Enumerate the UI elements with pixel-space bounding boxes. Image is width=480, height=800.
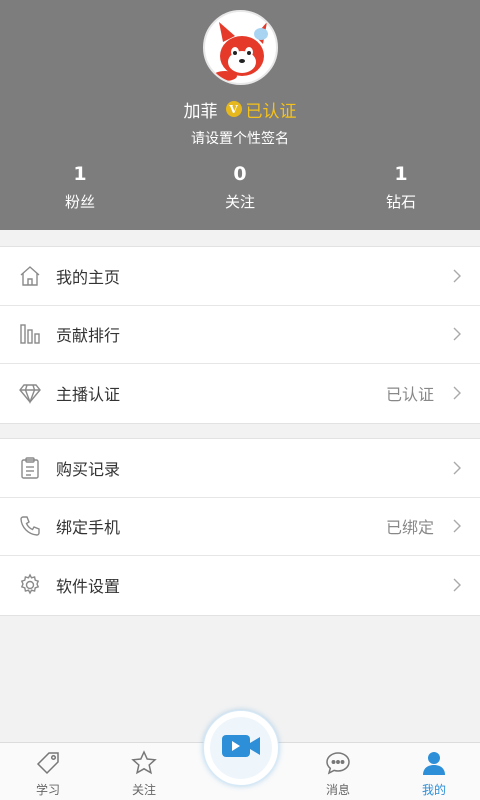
stat-followers[interactable]: 1 粉丝 bbox=[20, 163, 140, 212]
name-row: 加菲 V 已认证 bbox=[0, 96, 480, 122]
stat-following[interactable]: 0 关注 bbox=[180, 163, 300, 212]
tab-study[interactable]: 学习 bbox=[0, 743, 96, 800]
chevron-right-icon bbox=[452, 577, 462, 593]
stat-label: 关注 bbox=[224, 193, 255, 211]
chevron-right-icon bbox=[452, 385, 462, 401]
menu-item-anchor-verification[interactable]: 主播认证 已认证 bbox=[0, 364, 480, 423]
menu-item-label: 软件设置 bbox=[56, 577, 121, 597]
menu-item-label: 绑定手机 bbox=[56, 518, 121, 538]
stat-value: 1 bbox=[394, 163, 408, 185]
cartoon-fox-avatar-icon bbox=[213, 22, 268, 81]
diamond-icon bbox=[17, 380, 43, 406]
start-live-video-button[interactable] bbox=[203, 710, 279, 786]
clipboard-icon bbox=[17, 455, 43, 481]
tab-label: 我的 bbox=[421, 783, 446, 797]
verified-status: 已认证 bbox=[245, 101, 297, 122]
avatar[interactable] bbox=[203, 10, 278, 85]
menu-group-account: 购买记录 绑定手机 已绑定 软件设置 bbox=[0, 438, 480, 616]
stat-label: 粉丝 bbox=[64, 193, 95, 211]
tab-follow[interactable]: 关注 bbox=[96, 743, 192, 800]
menu-item-my-homepage[interactable]: 我的主页 bbox=[0, 247, 480, 306]
person-icon bbox=[420, 749, 448, 777]
tab-messages[interactable]: 消息 bbox=[290, 743, 386, 800]
menu-group-profile: 我的主页 贡献排行 主播认证 已认证 bbox=[0, 246, 480, 424]
video-camera-icon bbox=[220, 731, 262, 765]
chevron-right-icon bbox=[452, 268, 462, 284]
signature-text[interactable]: 请设置个性签名 bbox=[0, 128, 480, 148]
stat-value: 1 bbox=[73, 163, 87, 185]
menu-item-purchase-records[interactable]: 购买记录 bbox=[0, 439, 480, 498]
gear-icon bbox=[17, 572, 43, 598]
chevron-right-icon bbox=[452, 460, 462, 476]
center-button-inner bbox=[210, 717, 272, 779]
user-name: 加菲 bbox=[183, 101, 218, 122]
stat-label: 钻石 bbox=[385, 193, 416, 211]
menu-item-label: 购买记录 bbox=[56, 459, 121, 479]
bar-ranking-icon bbox=[17, 321, 43, 347]
menu-item-value: 已绑定 bbox=[385, 518, 434, 538]
chevron-right-icon bbox=[452, 326, 462, 342]
profile-header: 加菲 V 已认证 请设置个性签名 1 粉丝 0 关注 1 钻石 bbox=[0, 0, 480, 230]
menu-item-software-settings[interactable]: 软件设置 bbox=[0, 556, 480, 615]
menu-item-label: 主播认证 bbox=[56, 385, 121, 405]
menu-item-label: 我的主页 bbox=[56, 267, 121, 287]
chat-bubble-icon bbox=[324, 749, 352, 777]
menu-item-label: 贡献排行 bbox=[56, 326, 121, 346]
tag-icon bbox=[34, 749, 62, 777]
stat-diamonds[interactable]: 1 钻石 bbox=[341, 163, 461, 212]
home-icon bbox=[17, 263, 43, 289]
tab-label: 关注 bbox=[131, 783, 156, 797]
verified-v-icon: V bbox=[225, 101, 242, 117]
tab-label: 消息 bbox=[325, 783, 350, 797]
menu-item-bind-phone[interactable]: 绑定手机 已绑定 bbox=[0, 498, 480, 556]
menu-item-value: 已认证 bbox=[385, 385, 434, 405]
tab-mine[interactable]: 我的 bbox=[386, 743, 480, 800]
tab-label: 学习 bbox=[35, 783, 60, 797]
star-icon bbox=[130, 749, 158, 777]
stat-value: 0 bbox=[233, 163, 247, 185]
chevron-right-icon bbox=[452, 518, 462, 534]
menu-item-contribution-ranking[interactable]: 贡献排行 bbox=[0, 306, 480, 364]
phone-icon bbox=[17, 513, 43, 539]
